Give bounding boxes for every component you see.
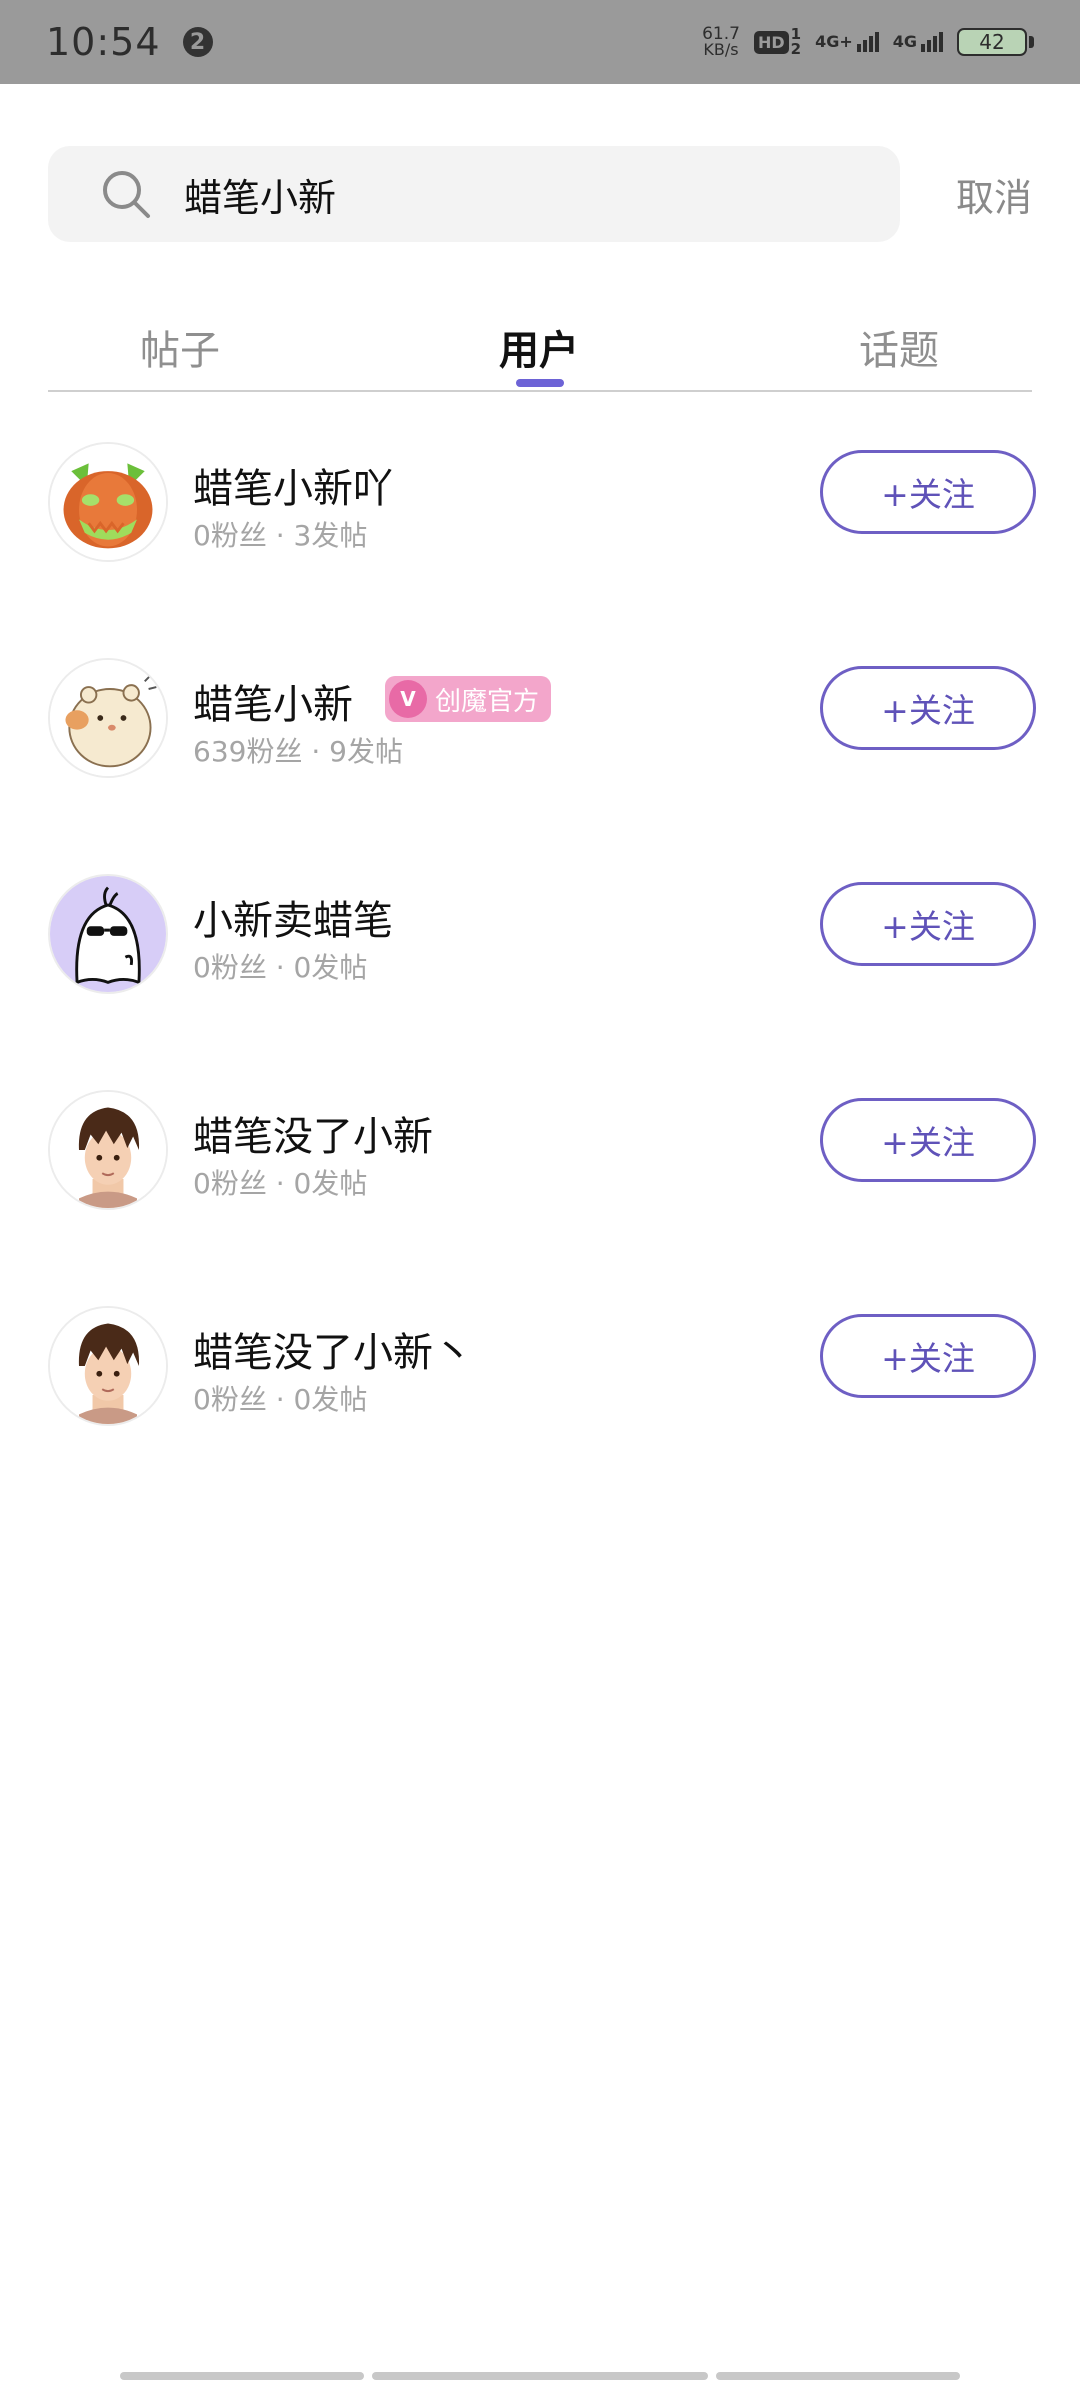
boy-avatar-icon [50, 1092, 166, 1208]
tab-posts[interactable]: 帖子 [140, 318, 220, 376]
notification-badge: 2 [182, 27, 213, 57]
hd-label: HD [753, 30, 789, 54]
signal-2-label: 4G [892, 32, 917, 51]
search-icon [103, 171, 150, 218]
pumpkin-avatar-icon [50, 444, 166, 560]
hd-icon: HD 1 2 [753, 27, 801, 57]
screen: 10:54 2 61.7 KB/s HD 1 2 4G+ 4G 42 蜡笔小新 … [0, 0, 1080, 2400]
user-list-item[interactable]: 蜡笔没了小新 0粉丝 · 0发帖 +关注 [48, 1088, 1038, 1212]
active-tab-indicator [516, 379, 564, 387]
tab-users[interactable]: 用户 [499, 318, 579, 376]
cancel-button[interactable]: 取消 [956, 167, 1032, 222]
boy-avatar-icon [50, 1308, 166, 1424]
network-speed: 61.7 KB/s [702, 26, 740, 58]
avatar[interactable] [48, 1306, 168, 1426]
follow-button[interactable]: +关注 [820, 1314, 1036, 1398]
official-badge: V 创魔官方 [385, 676, 552, 722]
username[interactable]: 蜡笔小新吖 [193, 456, 393, 514]
follow-button[interactable]: +关注 [820, 882, 1036, 966]
battery-level: 42 [957, 28, 1027, 56]
user-stats: 0粉丝 · 0发帖 [193, 1167, 368, 1200]
hd-sub-bottom: 2 [790, 40, 802, 58]
avatar[interactable] [48, 442, 168, 562]
user-stats: 0粉丝 · 0发帖 [193, 1383, 368, 1416]
verified-icon: V [389, 680, 427, 718]
official-badge-label: 创魔官方 [435, 686, 540, 717]
search-input[interactable]: 蜡笔小新 [48, 146, 900, 242]
nav-hint-bar [372, 2372, 708, 2380]
user-list-item[interactable]: 蜡笔没了小新丶 0粉丝 · 0发帖 +关注 [48, 1304, 1038, 1428]
follow-button[interactable]: +关注 [820, 666, 1036, 750]
battery-icon: 42 [957, 28, 1034, 56]
status-icons: 61.7 KB/s HD 1 2 4G+ 4G 42 [702, 26, 1034, 58]
tab-topics[interactable]: 话题 [859, 318, 939, 376]
follow-button[interactable]: +关注 [820, 450, 1036, 534]
username[interactable]: 蜡笔小新 [193, 672, 353, 730]
status-time: 10:54 [46, 20, 161, 64]
nav-hint-bar [120, 2372, 364, 2380]
user-list-item[interactable]: 小新卖蜡笔 0粉丝 · 0发帖 +关注 [48, 872, 1038, 996]
signal-icon-2: 4G [893, 32, 943, 52]
user-list-item[interactable]: 蜡笔小新 V 创魔官方 639粉丝 · 9发帖 +关注 [48, 656, 1038, 780]
status-bar: 10:54 2 61.7 KB/s HD 1 2 4G+ 4G 42 [0, 0, 1080, 84]
user-stats: 0粉丝 · 0发帖 [193, 951, 368, 984]
network-speed-unit: KB/s [703, 40, 739, 59]
username[interactable]: 蜡笔没了小新 [193, 1104, 433, 1162]
follow-button[interactable]: +关注 [820, 1098, 1036, 1182]
ghost-sunglasses-avatar-icon [50, 876, 166, 992]
hamster-avatar-icon [50, 660, 166, 776]
nav-hint-bar [716, 2372, 960, 2380]
tab-bar: 帖子 用户 话题 [48, 310, 1032, 392]
username[interactable]: 蜡笔没了小新丶 [193, 1320, 473, 1378]
user-stats: 639粉丝 · 9发帖 [193, 735, 403, 768]
user-stats: 0粉丝 · 3发帖 [193, 519, 368, 552]
avatar[interactable] [48, 658, 168, 778]
avatar[interactable] [48, 874, 168, 994]
username[interactable]: 小新卖蜡笔 [193, 888, 393, 946]
search-row: 蜡笔小新 取消 [48, 146, 1032, 242]
search-query: 蜡笔小新 [184, 175, 337, 220]
hd-sim-slots: 1 2 [791, 27, 801, 57]
signal-1-label: 4G+ [815, 32, 853, 51]
user-list-item[interactable]: 蜡笔小新吖 0粉丝 · 3发帖 +关注 [48, 440, 1038, 564]
signal-icon-1: 4G+ [815, 32, 879, 52]
avatar[interactable] [48, 1090, 168, 1210]
